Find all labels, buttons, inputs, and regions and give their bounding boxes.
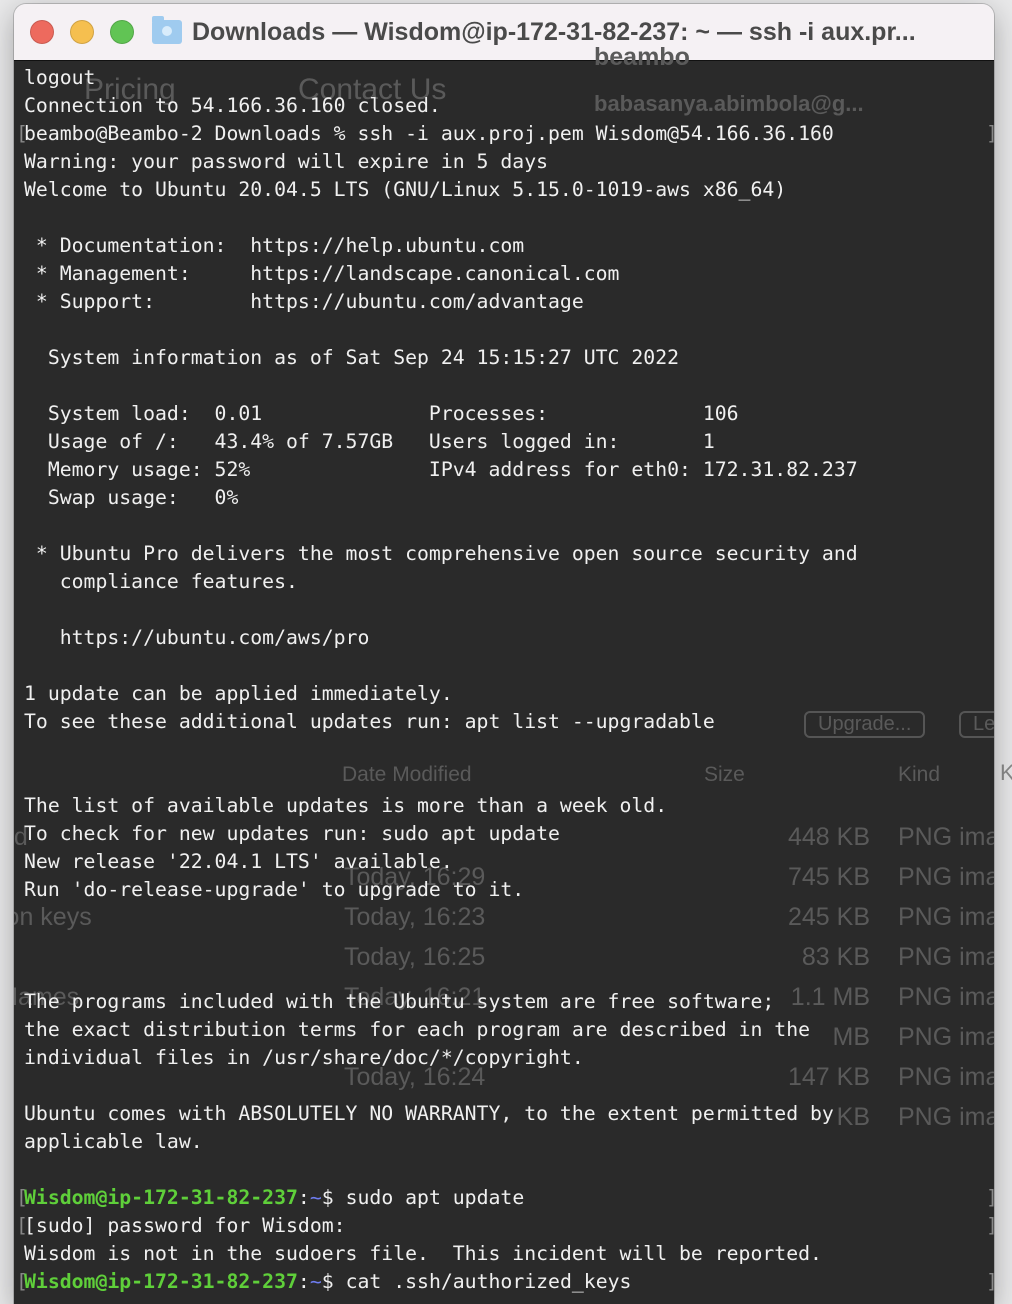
output-line: the exact distribution terms for each pr…	[24, 1018, 811, 1041]
output-line: System information as of Sat Sep 24 15:1…	[24, 346, 680, 369]
output-line: Memory usage: 52% IPv4 address for eth0:…	[24, 458, 858, 481]
prompt-separator: :	[297, 1270, 310, 1293]
bg-file-kind: PNG imag	[898, 1063, 994, 1091]
output-line: * Management: https://landscape.canonica…	[24, 262, 620, 285]
output-line: Swap usage: 0%	[24, 486, 239, 509]
output-line: The list of available updates is more th…	[24, 794, 668, 817]
bg-file-kind: PNG imag	[898, 823, 994, 851]
prompt-command: sudo apt update	[345, 1186, 525, 1209]
folder-icon	[152, 16, 182, 44]
output-line: The programs included with the Ubuntu sy…	[24, 990, 775, 1013]
prompt-user: Wisdom@ip-172-31-82-237	[24, 1186, 298, 1209]
output-line: * Documentation: https://help.ubuntu.com	[24, 234, 525, 257]
window-title: Downloads — Wisdom@ip-172-31-82-237: ~ —…	[192, 17, 916, 46]
output-line: Wisdom is not in the sudoers file. This …	[24, 1242, 822, 1265]
bg-file-kind: PNG imag	[898, 983, 994, 1011]
bg-file-kind: PNG imag	[898, 943, 994, 971]
output-line: individual files in /usr/share/doc/*/cop…	[24, 1046, 584, 1069]
output-line: beambo@Beambo-2 Downloads % ssh -i aux.p…	[16, 120, 994, 148]
bg-learn: Lear	[959, 711, 994, 738]
output-line: To check for new updates run: sudo apt u…	[24, 822, 560, 845]
bg-file-kind: PNG imag	[898, 863, 994, 891]
terminal-output: logout Connection to 54.166.36.160 closed…	[16, 64, 994, 1296]
bg-finder-text: Kind	[1000, 760, 1012, 785]
output-line: Connection to 54.166.36.160 closed.	[24, 94, 441, 117]
bg-col-kind: Kind	[898, 763, 941, 786]
minimize-button[interactable]	[70, 20, 94, 44]
terminal-content[interactable]: Pricing Contact Us beambo babasanya.abim…	[14, 43, 994, 1304]
output-line: * Support: https://ubuntu.com/advantage	[24, 290, 584, 313]
output-line: System load: 0.01 Processes: 106	[24, 402, 739, 425]
output-line: Ubuntu comes with ABSOLUTELY NO WARRANTY…	[24, 1102, 834, 1125]
title-bar[interactable]: Downloads — Wisdom@ip-172-31-82-237: ~ —…	[14, 4, 994, 61]
prompt-dir: ~	[309, 1270, 322, 1293]
prompt-symbol: $	[321, 1186, 346, 1209]
output-line: 1 update can be applied immediately.	[24, 682, 453, 705]
terminal-window: Downloads — Wisdom@ip-172-31-82-237: ~ —…	[14, 4, 994, 1304]
prompt-dir: ~	[309, 1186, 322, 1209]
output-line: [sudo] password for Wisdom:	[16, 1212, 994, 1240]
output-line: Warning: your password will expire in 5 …	[24, 150, 549, 173]
bg-file-kind: PNG imag	[898, 1103, 994, 1131]
zoom-button[interactable]	[110, 20, 134, 44]
prompt-symbol: $	[321, 1270, 346, 1293]
close-button[interactable]	[30, 20, 54, 44]
output-line: * Ubuntu Pro delivers the most comprehen…	[24, 542, 858, 565]
output-line: logout	[24, 66, 96, 89]
prompt-user: Wisdom@ip-172-31-82-237	[24, 1270, 298, 1293]
output-line: New release '22.04.1 LTS' available.	[24, 850, 453, 873]
prompt-line: Wisdom@ip-172-31-82-237:~$ sudo apt upda…	[16, 1184, 994, 1212]
output-line: applicable law.	[24, 1130, 203, 1153]
prompt-line: Wisdom@ip-172-31-82-237:~$ cat .ssh/auth…	[16, 1268, 994, 1296]
output-line: compliance features.	[24, 570, 298, 593]
prompt-separator: :	[297, 1186, 310, 1209]
prompt-command: cat .ssh/authorized_keys	[345, 1270, 632, 1293]
output-line: To see these additional updates run: apt…	[24, 710, 715, 733]
output-line: https://ubuntu.com/aws/pro	[24, 626, 370, 649]
bg-file-kind: PNG imag	[898, 903, 994, 931]
bg-file-kind: PNG imag	[898, 1023, 994, 1051]
output-line: Run 'do-release-upgrade' to upgrade to i…	[24, 878, 525, 901]
output-line: Welcome to Ubuntu 20.04.5 LTS (GNU/Linux…	[24, 178, 787, 201]
output-line: Usage of /: 43.4% of 7.57GB Users logged…	[24, 430, 715, 453]
